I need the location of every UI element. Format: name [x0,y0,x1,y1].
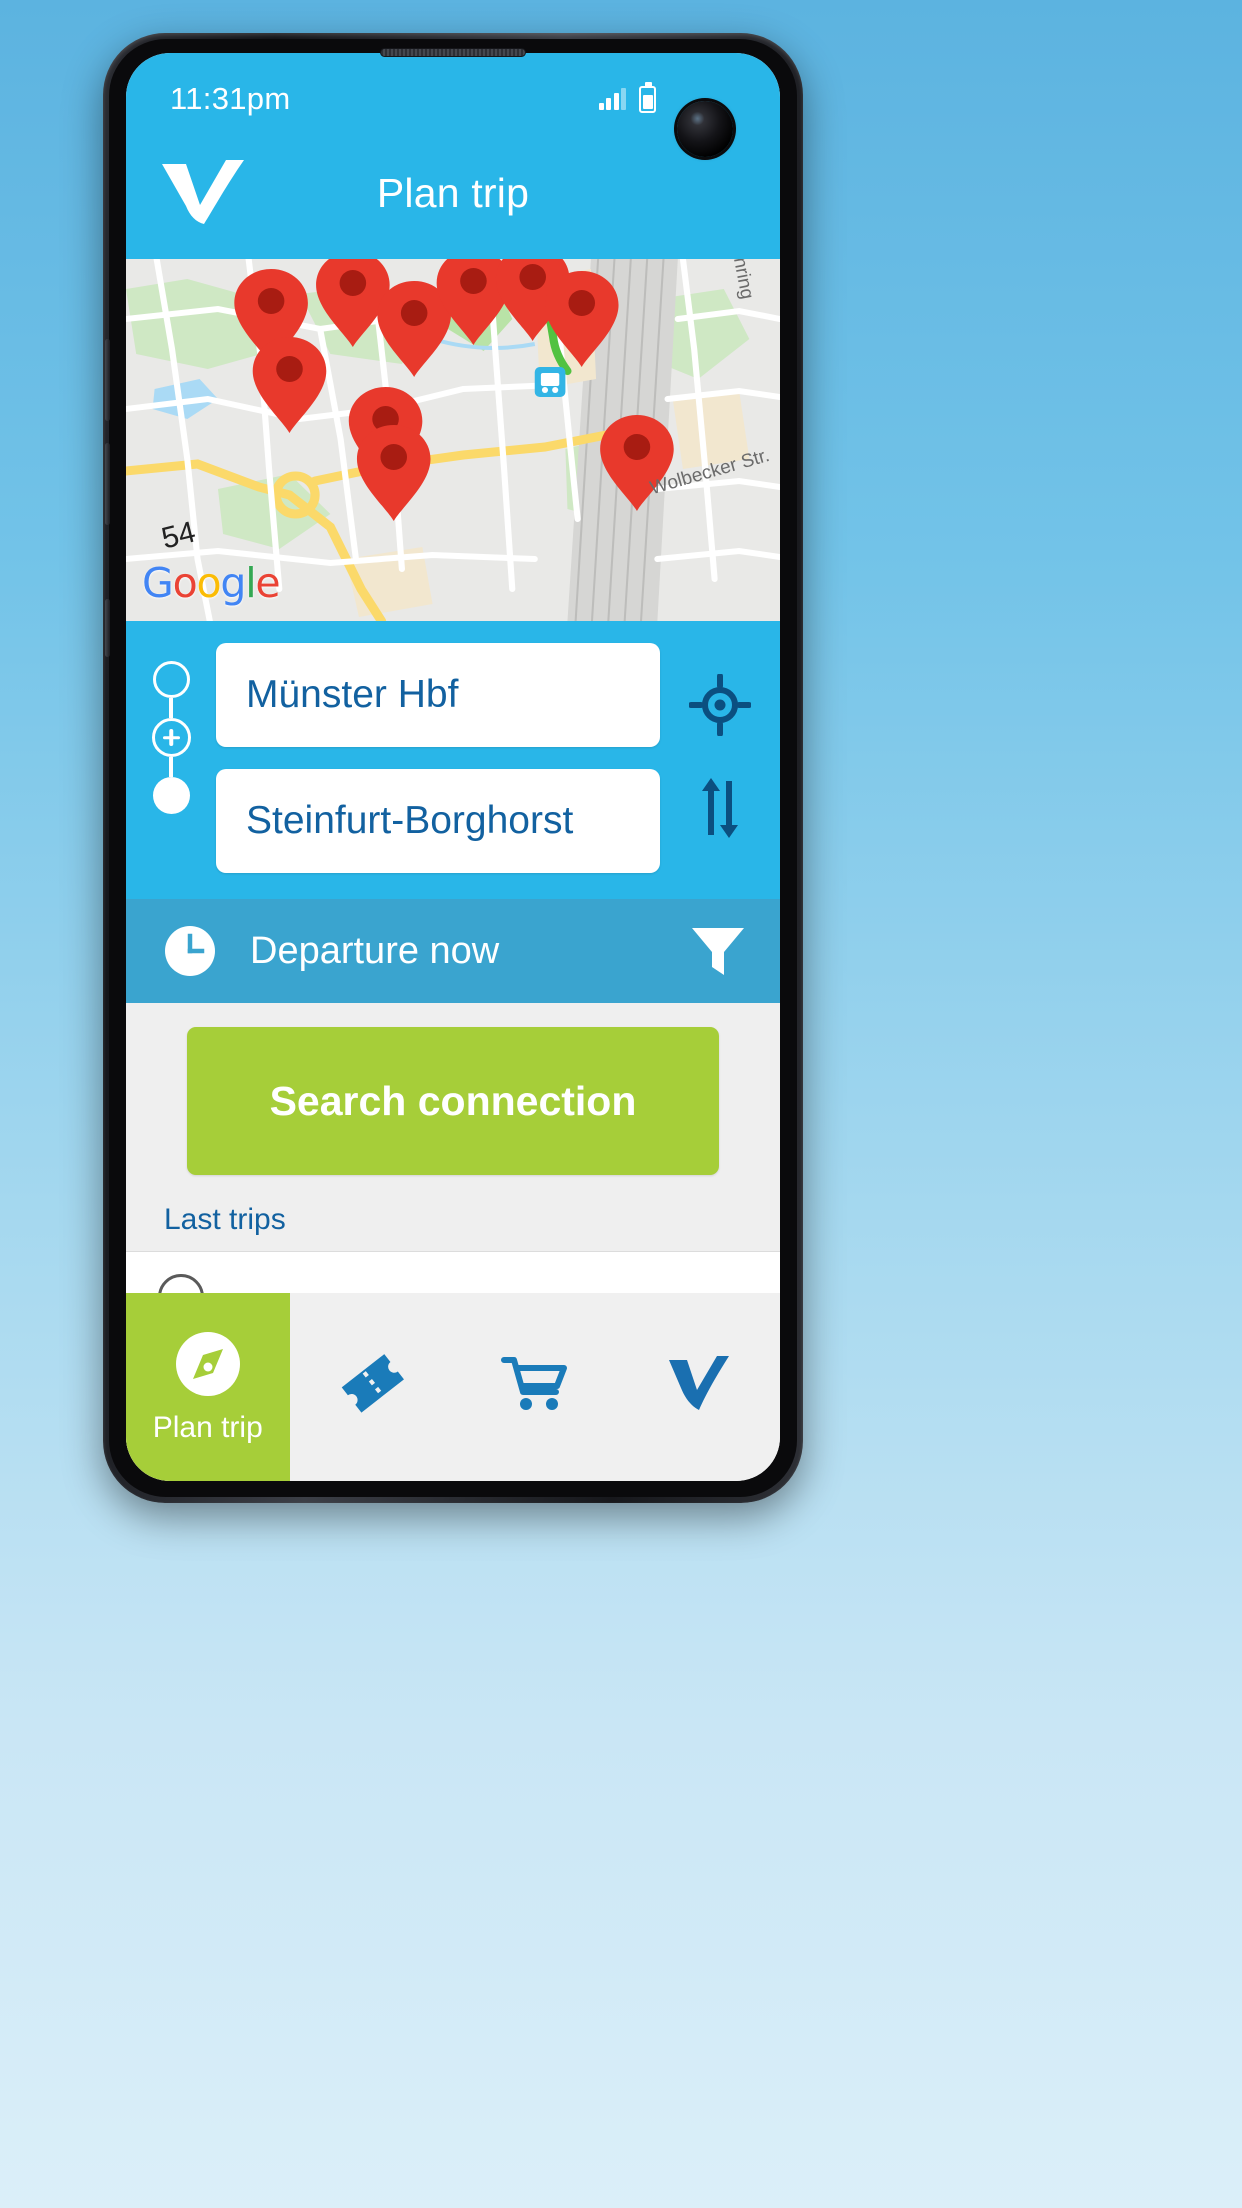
trip-stop-indicators [126,1274,236,1293]
ticket-icon [336,1346,406,1416]
phone-frame: 11:31pm Plan trip Wolbecker Str. 54 Goog… [103,33,803,1503]
current-location-icon[interactable] [689,673,751,736]
battery-icon [639,81,656,113]
earpiece-speaker [380,48,526,57]
nav-tab-tickets[interactable] [290,1293,454,1481]
signal-bars-icon [598,88,626,110]
volume-down-button[interactable] [105,443,110,525]
departure-time-selector[interactable]: Departure now [126,899,780,1003]
origin-input-value: Münster Hbf [246,673,459,716]
route-stop-indicators [126,643,216,873]
nav-tab-more[interactable] [617,1293,781,1481]
shopping-cart-icon [500,1346,570,1416]
departure-label: Departure now [250,929,500,972]
stop-connector-lower [169,757,173,777]
nav-tab-cart[interactable] [453,1293,617,1481]
route-form: Münster Hbf Steinfurt-Borghorst [126,621,780,899]
status-bar-clock: 11:31pm [170,81,291,116]
search-section: Search connection Last trips [126,1003,780,1251]
route-input-fields: Münster Hbf Steinfurt-Borghorst [216,643,660,873]
power-button[interactable] [105,599,110,657]
plus-circle-icon[interactable] [151,718,191,757]
origin-input[interactable]: Münster Hbf [216,643,660,747]
destination-stop-marker [152,777,190,814]
checkmark-logo-icon [156,158,248,228]
swap-vertical-icon[interactable] [689,777,751,839]
trip-origin-marker [158,1274,204,1293]
search-connection-button[interactable]: Search connection [187,1027,719,1175]
trip-names: Münster Hbf Steinfurt-Borghorst [236,1274,780,1293]
list-item[interactable]: Münster Hbf Steinfurt-Borghorst [126,1251,780,1293]
last-trips-heading: Last trips [164,1203,286,1236]
app-bar: Plan trip [126,127,780,259]
clock-icon [164,925,216,977]
compass-icon [173,1329,243,1399]
destination-input-value: Steinfurt-Borghorst [246,799,574,842]
map-view[interactable]: Hohenzollernring Wolbecker Str. 54 Googl… [126,259,780,621]
last-trips-list[interactable]: Münster Hbf Steinfurt-Borghorst Münster … [126,1251,780,1293]
phone-bezel: 11:31pm Plan trip Wolbecker Str. 54 Goog… [105,39,797,1497]
nav-tab-plan-trip[interactable]: Plan trip [126,1293,290,1481]
bottom-navigation-bar: Plan trip [126,1293,780,1481]
front-camera-punch-hole [677,101,733,157]
phone-screen: 11:31pm Plan trip Wolbecker Str. 54 Goog… [126,53,780,1481]
trip-origin-label: Münster Hbf [236,1274,780,1293]
filter-icon[interactable] [690,925,746,977]
stop-connector-upper [169,698,173,718]
nav-tab-plan-trip-label: Plan trip [152,1411,263,1444]
origin-stop-marker [152,661,190,698]
route-action-buttons [660,643,780,873]
destination-input[interactable]: Steinfurt-Borghorst [216,769,660,873]
checkmark-logo-icon [663,1346,733,1416]
volume-up-button[interactable] [105,339,110,421]
google-attribution: Google [142,559,281,607]
